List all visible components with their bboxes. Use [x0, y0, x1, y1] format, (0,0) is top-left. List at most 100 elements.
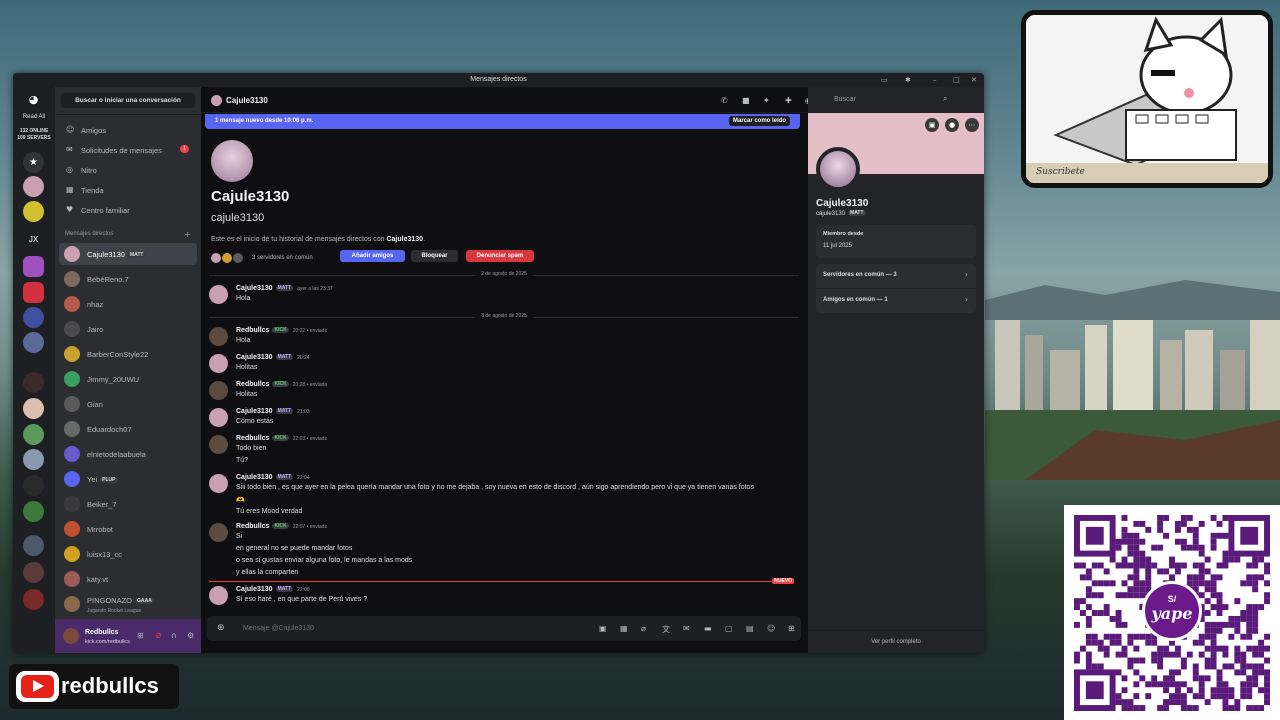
avatar[interactable] [209, 285, 228, 304]
nav-item[interactable]: ☺ Amigos [59, 121, 197, 139]
server-icon[interactable] [23, 176, 44, 197]
server-icon[interactable] [23, 282, 44, 303]
server-icon[interactable] [23, 256, 44, 277]
nav-item[interactable]: ▦ Tienda [59, 181, 197, 199]
message-author[interactable]: Cajule3130 MATT 21:03 [236, 408, 310, 415]
mutual-servers-link[interactable]: 3 servidores en común [252, 255, 313, 261]
help-icon[interactable]: ✱ [905, 73, 911, 87]
message-author-name[interactable]: Cajule3130 [236, 285, 273, 292]
dm-item[interactable]: Beiker_7 [59, 493, 197, 515]
message-author[interactable]: Redbullcs KICK 22:03 • enviado [236, 435, 327, 442]
message-author[interactable]: Cajule3130 MATT 22:04 [236, 474, 310, 481]
add-dm-icon[interactable]: + [184, 230, 191, 239]
lock-icon[interactable]: ▣ [599, 624, 607, 633]
maximize-button[interactable]: □ [953, 73, 960, 87]
server-icon[interactable] [23, 398, 44, 419]
message-author-name[interactable]: Redbullcs [236, 381, 269, 388]
dm-item[interactable]: Jimmy_20UWU [59, 368, 197, 390]
dm-search-input[interactable]: Buscar o iniciar una conversación [61, 93, 195, 108]
server-icon[interactable] [23, 332, 44, 353]
sticker-icon[interactable]: ▢ [725, 624, 733, 633]
mutual-friends-row[interactable]: Amigos en común — 1 › [816, 289, 976, 313]
more-options-icon[interactable]: ⋯ [965, 118, 979, 132]
dm-item[interactable]: Eduardoch07 [59, 418, 197, 440]
pin-icon[interactable]: ✦ [763, 96, 770, 105]
app-icon[interactable]: ▤ [746, 624, 754, 633]
video-call-icon[interactable]: ■ [742, 96, 750, 105]
message-author[interactable]: Redbullcs KICK 20:22 • enviado [236, 327, 327, 334]
dm-item[interactable]: Jairo [59, 318, 197, 340]
avatar[interactable] [209, 474, 228, 493]
gamepad-icon[interactable]: ⊞ [788, 624, 795, 633]
profile-action-icon[interactable]: ▣ [925, 118, 939, 132]
server-icon[interactable] [23, 562, 44, 583]
block-button[interactable]: Bloquear [411, 250, 458, 262]
report-spam-button[interactable]: Denunciar spam [466, 250, 534, 262]
message-author-name[interactable]: Redbullcs [236, 435, 269, 442]
nav-item[interactable]: ✉ Solicitudes de mensajes 1 [59, 141, 197, 159]
calendar-icon[interactable]: ▦ [620, 624, 628, 633]
avatar[interactable] [209, 435, 228, 454]
message-composer[interactable]: ⊕ Mensaje @Cajule3130 ▣ ▦ ⌀ 文 ✉ ▬ ▢ ▤ ☺ … [207, 616, 801, 641]
headphones-icon[interactable]: ∩ [171, 631, 177, 640]
full-profile-link[interactable]: Ver perfil completo [808, 639, 984, 645]
star-icon[interactable]: ★ [23, 152, 44, 173]
avatar[interactable] [209, 354, 228, 373]
add-friend-icon[interactable]: ✚ [785, 96, 792, 105]
server-icon[interactable] [23, 201, 44, 222]
dm-item[interactable]: PINGONAZO GAAA Jugando Rocket League [59, 593, 197, 615]
server-icon[interactable] [23, 307, 44, 328]
dm-item[interactable]: elnietodelaabuela [59, 443, 197, 465]
new-messages-banner[interactable]: 1 mensaje nuevo desde 10:06 p.m. Marcar … [205, 114, 800, 129]
message-author[interactable]: Redbullcs KICK 20:28 • enviado [236, 381, 327, 388]
mic-off-icon[interactable]: ⌀ [641, 624, 646, 633]
message-author[interactable]: Redbullcs KICK 22:07 • enviado [236, 523, 327, 530]
dm-item[interactable]: BarberConStyle22 [59, 343, 197, 365]
dm-item[interactable]: Gian [59, 393, 197, 415]
message-author[interactable]: Cajule3130 MATT ayer a las 23:37 [236, 285, 333, 292]
server-icon[interactable] [23, 535, 44, 556]
read-all-button[interactable]: Read All [13, 114, 55, 120]
avatar[interactable] [209, 523, 228, 542]
add-friend-icon[interactable]: ● [945, 118, 959, 132]
server-icon[interactable] [23, 372, 44, 393]
server-icon[interactable] [23, 589, 44, 610]
gift-icon[interactable]: ✉ [683, 624, 690, 633]
message-author-name[interactable]: Cajule3130 [236, 354, 273, 361]
server-icon[interactable] [23, 449, 44, 470]
server-icon[interactable] [23, 475, 44, 496]
close-button[interactable]: ✕ [971, 73, 977, 87]
avatar[interactable] [63, 628, 79, 644]
avatar[interactable] [209, 408, 228, 427]
emoji-icon[interactable]: ☺ [767, 624, 775, 633]
avatar[interactable] [209, 327, 228, 346]
dm-item[interactable]: Mrrobot [59, 518, 197, 540]
dm-item[interactable]: nhaz [59, 293, 197, 315]
gamepad-icon[interactable]: ⊞ [137, 631, 144, 640]
message-author-name[interactable]: Cajule3130 [236, 408, 273, 415]
add-friend-button[interactable]: Añadir amigos [340, 250, 405, 262]
mute-icon[interactable]: ⊘ [155, 631, 162, 640]
server-icon[interactable] [23, 424, 44, 445]
message-author[interactable]: Cajule3130 MATT 20:24 [236, 354, 310, 361]
minimize-button[interactable]: – [933, 73, 937, 87]
server-icon[interactable] [23, 501, 44, 522]
mark-read-button[interactable]: Marcar como leído [728, 116, 790, 126]
inbox-icon[interactable]: ▭ [881, 73, 888, 87]
message-author-name[interactable]: Redbullcs [236, 523, 269, 530]
message-author-name[interactable]: Cajule3130 [236, 586, 273, 593]
discord-home-button[interactable]: ◕ [23, 93, 44, 107]
mutual-servers-row[interactable]: Servidores en común — 3 › [816, 264, 976, 288]
translate-icon[interactable]: 文 [662, 624, 670, 635]
dm-item[interactable]: BebéReno.7 [59, 268, 197, 290]
dm-item[interactable]: Yei PLUP [59, 468, 197, 490]
message-author[interactable]: Cajule3130 MATT 22:08 [236, 586, 310, 593]
server-icon-jx[interactable]: JX [23, 229, 44, 250]
dm-item[interactable]: luisx13_cc [59, 543, 197, 565]
message-author-name[interactable]: Cajule3130 [236, 474, 273, 481]
attach-plus-icon[interactable]: ⊕ [217, 623, 225, 633]
voice-call-icon[interactable]: ✆ [721, 96, 728, 105]
nav-item[interactable]: ◎ Nitro [59, 161, 197, 179]
avatar[interactable] [209, 586, 228, 605]
nav-item[interactable]: ♥ Centro familiar [59, 201, 197, 219]
